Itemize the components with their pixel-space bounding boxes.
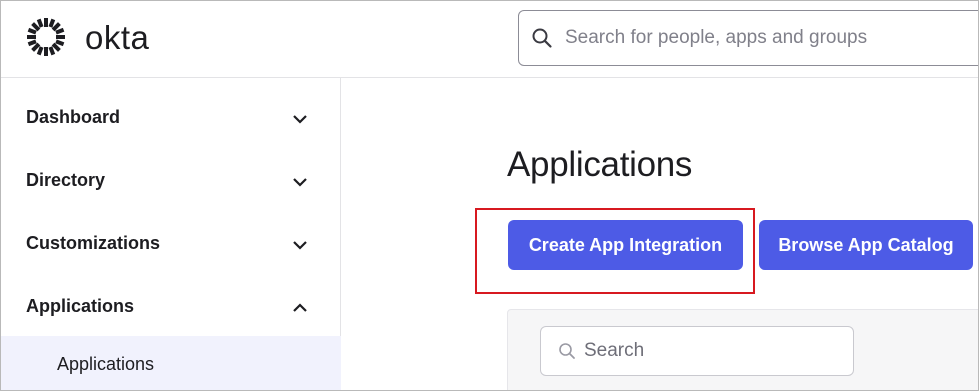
global-search[interactable] [518, 10, 978, 66]
okta-logo[interactable]: okta [25, 16, 149, 58]
search-icon [558, 342, 576, 360]
global-search-input[interactable] [565, 27, 945, 49]
apps-filter-panel [507, 309, 978, 390]
sidebar-item-label: Directory [26, 170, 106, 190]
highlight-box [475, 208, 755, 294]
app-window: okta Dashboard Directory [0, 0, 979, 391]
sidebar-item-dashboard[interactable]: Dashboard [1, 86, 341, 149]
browse-app-catalog-button[interactable]: Browse App Catalog [759, 220, 973, 270]
sidebar-item-customizations[interactable]: Customizations [1, 212, 341, 275]
chevron-down-icon [292, 238, 308, 250]
apps-search-input[interactable] [584, 340, 844, 362]
chevron-down-icon [292, 112, 308, 124]
sidebar-item-label: Customizations [26, 233, 161, 253]
sidebar-nav: Dashboard Directory Customizations Appli… [1, 78, 341, 390]
okta-sunburst-icon [25, 16, 67, 58]
logo-text: okta [85, 18, 150, 56]
apps-search[interactable] [540, 326, 854, 376]
search-icon [531, 27, 553, 49]
sidebar-subitem-label: Applications [57, 353, 155, 374]
main-content: Applications Create App Integration Brow… [342, 79, 978, 390]
sidebar-item-applications[interactable]: Applications [1, 275, 341, 338]
sidebar-item-directory[interactable]: Directory [1, 149, 341, 212]
page-title: Applications [507, 145, 693, 184]
sidebar-item-label: Applications [26, 296, 135, 316]
chevron-down-icon [292, 175, 308, 187]
sidebar-item-label: Dashboard [26, 107, 121, 127]
chevron-up-icon [292, 301, 308, 313]
sidebar-subitem-applications[interactable]: Applications [1, 336, 341, 390]
top-header: okta [1, 1, 978, 78]
